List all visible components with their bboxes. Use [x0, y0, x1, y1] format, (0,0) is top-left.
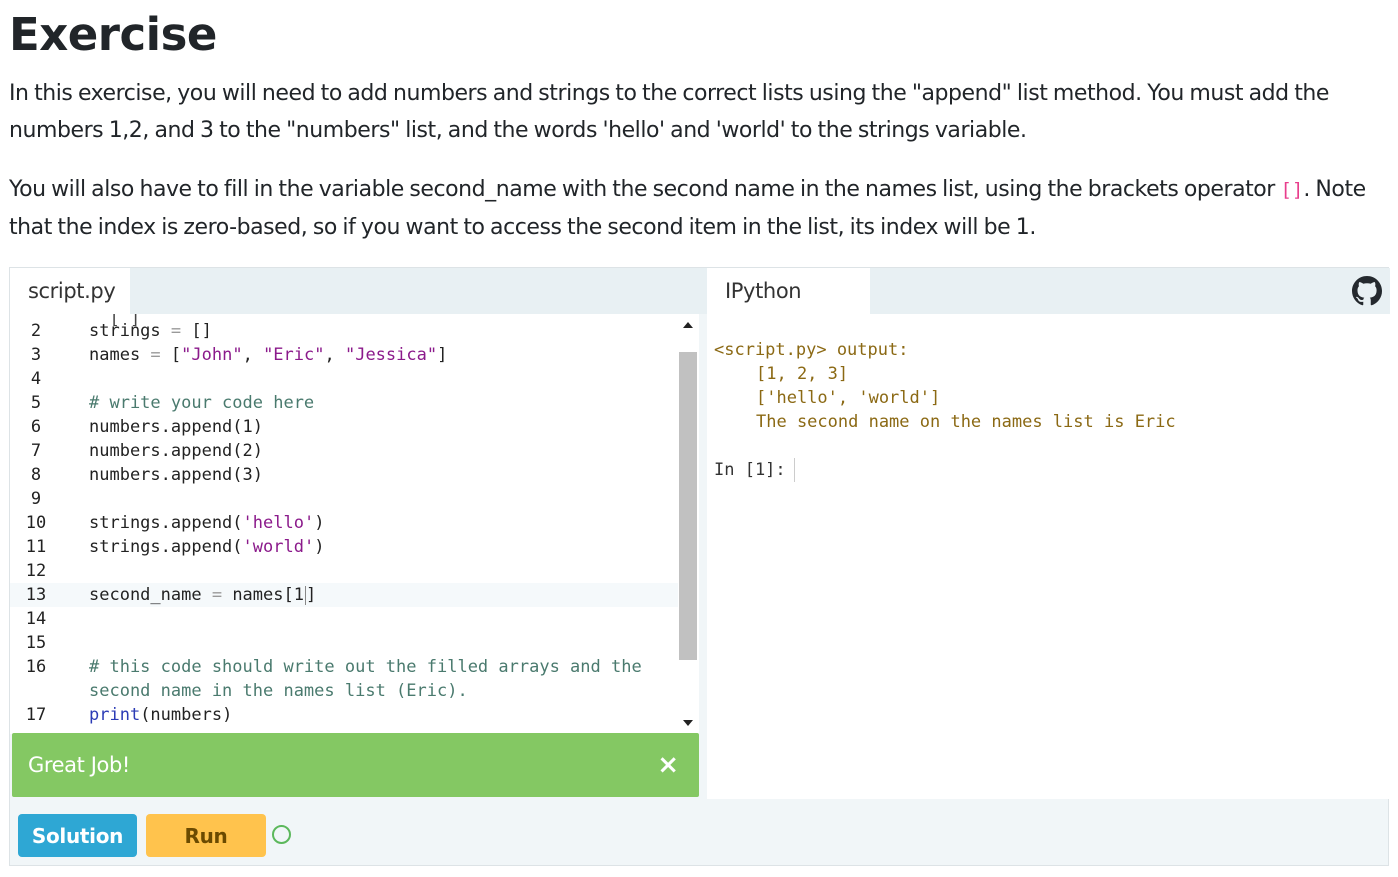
shell-output-line: [1, 2, 3] — [756, 364, 849, 384]
code-text: strings.append('hello') — [89, 513, 325, 533]
code-line: 2 strings = [] — [10, 319, 680, 343]
code-text: numbers.append(1) — [89, 417, 263, 437]
toast-message: Great Job! — [28, 753, 130, 777]
code-line: 11 strings.append('world') — [10, 535, 680, 559]
success-toast: Great Job! × — [12, 733, 699, 797]
code-line: 8 numbers.append(3) — [10, 463, 680, 487]
code-line: 10 strings.append('hello') — [10, 511, 680, 535]
code-text: strings = [] — [89, 321, 212, 341]
code-comment: # this code should write out the filled … — [89, 657, 642, 677]
line-number: 9 — [30, 489, 42, 509]
shell-output-line: ['hello', 'world'] — [756, 388, 941, 408]
intro-paragraph-2: You will also have to fill in the variab… — [9, 171, 1389, 246]
code-line: 16 # this code should write out the fille… — [10, 655, 680, 679]
code-text: names = ["John", "Eric", "Jessica"] — [89, 345, 448, 365]
line-number: 16 — [25, 657, 47, 677]
solution-button[interactable]: Solution — [18, 814, 137, 857]
scroll-down-arrow-icon[interactable] — [683, 720, 693, 726]
editor-tab-bar: script.py — [10, 268, 707, 314]
code-line: 14 — [10, 607, 680, 631]
code-text: strings.append('world') — [89, 537, 325, 557]
code-text: second_name = names[1] — [89, 585, 317, 605]
shell-tab-bar: IPython Shell — [707, 268, 1390, 349]
code-line: 7 numbers.append(2) — [10, 439, 680, 463]
line-number: 2 — [30, 321, 42, 341]
code-line: 17 print(numbers) — [10, 703, 680, 727]
line-number: 10 — [25, 513, 47, 533]
line-number: 14 — [25, 609, 47, 629]
intro-paragraph-1: In this exercise, you will need to add n… — [9, 81, 1329, 143]
editor-scrollbar[interactable] — [678, 314, 698, 734]
code-line-wrapped: second name in the names list (Eric). — [10, 679, 680, 703]
ipython-shell[interactable]: <script.py> output: [1, 2, 3] ['hello', … — [707, 314, 1390, 799]
tab-ipython-shell[interactable]: IPython Shell — [707, 268, 870, 349]
line-number: 7 — [30, 441, 42, 461]
shell-cursor — [793, 458, 795, 482]
line-number: 5 — [30, 393, 42, 413]
code-line: 9 — [10, 487, 680, 511]
close-icon[interactable]: × — [657, 733, 679, 797]
line-number: 3 — [30, 345, 42, 365]
line-number: 6 — [30, 417, 42, 437]
shell-prompt-label: In [1]: — [714, 460, 786, 480]
code-line: 5 # write your code here — [10, 391, 680, 415]
page-title: Exercise — [9, 8, 217, 61]
code-editor[interactable]: [ ] 2 strings = [] 3 names = ["John", "Eri… — [10, 314, 699, 734]
shell-output-label: <script.py> output: — [714, 340, 909, 360]
line-number: 8 — [30, 465, 42, 485]
text-cursor — [304, 585, 306, 605]
line-number: 15 — [25, 633, 47, 653]
scroll-thumb[interactable] — [679, 352, 697, 660]
code-text: print(numbers) — [89, 705, 233, 725]
shell-prompt[interactable]: In [1]: — [714, 458, 795, 482]
code-line: 3 names = ["John", "Eric", "Jessica"] — [10, 343, 680, 367]
code-text: numbers.append(3) — [89, 465, 263, 485]
code-line: 15 — [10, 631, 680, 655]
code-line-active: 13 second_name = names[1] — [10, 583, 680, 607]
exercise-widget: script.py IPython Shell [ ] 2strings = [… — [9, 267, 1390, 866]
code-line: 4 — [10, 367, 680, 391]
line-number: 12 — [25, 561, 47, 581]
inline-code-brackets: [] — [1280, 179, 1304, 201]
scroll-up-arrow-icon[interactable] — [683, 322, 693, 328]
run-status-indicator — [272, 825, 291, 844]
code-comment: # write your code here — [89, 393, 315, 413]
github-icon[interactable] — [1352, 276, 1382, 306]
line-number: 11 — [25, 537, 47, 557]
line-number: 13 — [25, 585, 47, 605]
code-text: numbers.append(2) — [89, 441, 263, 461]
code-line: 6 numbers.append(1) — [10, 415, 680, 439]
code-line: 12 — [10, 559, 680, 583]
tab-script-py[interactable]: script.py — [10, 268, 130, 314]
line-number: 17 — [25, 705, 47, 725]
intro-paragraph-2-text-a: You will also have to fill in the variab… — [9, 177, 1281, 202]
shell-output-line: The second name on the names list is Eri… — [756, 412, 1176, 432]
code-comment: second name in the names list (Eric). — [89, 681, 468, 701]
run-button[interactable]: Run — [146, 814, 266, 857]
line-number: 4 — [30, 369, 42, 389]
